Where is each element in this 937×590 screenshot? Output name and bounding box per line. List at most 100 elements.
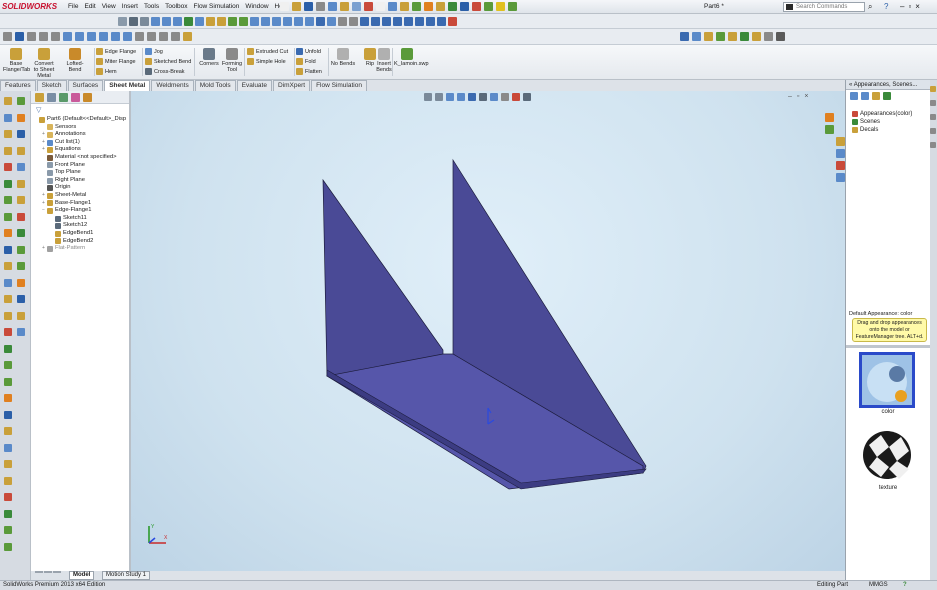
miter-flange-button[interactable]: Miter Flange bbox=[96, 58, 136, 65]
hem-button[interactable]: Hem bbox=[96, 68, 117, 75]
tree-node-equations[interactable]: + Equations bbox=[34, 146, 130, 154]
tree-node-sketch12[interactable]: Sketch12 bbox=[34, 222, 130, 230]
view-toolbar-icon-14[interactable] bbox=[261, 17, 270, 26]
quick-access-icon-17[interactable] bbox=[472, 2, 481, 11]
sketch-toolbar-icon-7[interactable] bbox=[75, 32, 84, 41]
graphics-area[interactable]: – ▫ × Y X bbox=[130, 91, 845, 580]
graphics-side-icon-4[interactable] bbox=[836, 149, 845, 158]
tree-node-part6-default-default-disp[interactable]: Part6 (Default<<Default>_Disp bbox=[34, 116, 130, 124]
view-toolbar-icon-30[interactable] bbox=[437, 17, 446, 26]
minimize-icon[interactable]: – bbox=[900, 2, 904, 11]
tree-node-flat-pattern[interactable]: + Flat-Pattern bbox=[34, 245, 130, 253]
left-tool-icon-37[interactable] bbox=[4, 394, 12, 402]
left-tool-icon-33[interactable] bbox=[4, 361, 12, 369]
quick-access-icon-11[interactable] bbox=[400, 2, 409, 11]
tab-evaluate[interactable]: Evaluate bbox=[236, 80, 272, 91]
simple-hole-button[interactable]: Simple Hole bbox=[247, 58, 286, 65]
task-pane-tab-icon-3[interactable] bbox=[930, 114, 936, 120]
left-tool-icon-22[interactable] bbox=[17, 262, 25, 270]
view-toolbar-icon-25[interactable] bbox=[382, 17, 391, 26]
tab-mold-tools[interactable]: Mold Tools bbox=[194, 80, 236, 91]
view-toolbar-icon-2[interactable] bbox=[129, 17, 138, 26]
left-tool-icon-5[interactable] bbox=[4, 130, 12, 138]
left-tool-icon-14[interactable] bbox=[17, 196, 25, 204]
tree-node-top-plane[interactable]: Top Plane bbox=[34, 169, 130, 177]
quick-access-icon-1[interactable] bbox=[280, 2, 289, 11]
extruded-cut-button[interactable]: Extruded Cut bbox=[247, 48, 288, 55]
tree-node-sensors[interactable]: Sensors bbox=[34, 124, 130, 132]
sketch-toolbar-icon-8[interactable] bbox=[87, 32, 96, 41]
extra-toolbar-icon-3[interactable] bbox=[704, 32, 713, 41]
restore-icon[interactable]: ▫ bbox=[908, 2, 911, 11]
sketch-toolbar-icon-16[interactable] bbox=[183, 32, 192, 41]
convert-sheet-metal-button[interactable]: Convert to Sheet Metal bbox=[32, 48, 56, 79]
search-icon[interactable]: ⌕ bbox=[868, 3, 872, 11]
left-tool-icon-51[interactable] bbox=[4, 509, 12, 518]
sketch-toolbar-icon-13[interactable] bbox=[147, 32, 156, 41]
back-icon[interactable] bbox=[850, 92, 858, 100]
sketch-toolbar-icon-2[interactable] bbox=[15, 32, 24, 41]
property-manager-tab-icon[interactable] bbox=[47, 93, 56, 102]
graphics-side-icon-1[interactable] bbox=[825, 113, 834, 122]
menu-toolbox[interactable]: Toolbox bbox=[165, 3, 187, 10]
view-toolbar-icon-29[interactable] bbox=[426, 17, 435, 26]
left-tool-icon-18[interactable] bbox=[17, 229, 25, 237]
view-toolbar-icon-5[interactable] bbox=[162, 17, 171, 26]
status-units[interactable]: MMGS bbox=[869, 582, 888, 588]
macro-button[interactable]: K_Iamoin.swp bbox=[394, 48, 429, 67]
color-swatch[interactable] bbox=[859, 352, 915, 408]
view-toolbar-icon-27[interactable] bbox=[404, 17, 413, 26]
tab-sketch[interactable]: Sketch bbox=[36, 80, 67, 91]
menu-file[interactable]: File bbox=[68, 3, 78, 10]
task-pane-tab-icon-1[interactable] bbox=[930, 86, 936, 92]
view-toolbar-icon-8[interactable] bbox=[195, 17, 204, 26]
tree-node-annotations[interactable]: + Annotations bbox=[34, 131, 130, 139]
task-pane-tab-icon-5[interactable] bbox=[930, 142, 936, 148]
tab-features[interactable]: Features bbox=[0, 80, 36, 91]
view-toolbar-icon-3[interactable] bbox=[140, 17, 149, 26]
base-flange-button[interactable]: Base Flange/Tab bbox=[3, 48, 30, 73]
task-pane-divider[interactable] bbox=[846, 345, 930, 348]
view-toolbar-icon-16[interactable] bbox=[283, 17, 292, 26]
sketch-toolbar-icon-3[interactable] bbox=[27, 32, 36, 41]
display-manager-tab-icon[interactable] bbox=[83, 93, 92, 102]
tab-scroll-arrow-icon[interactable] bbox=[44, 571, 52, 573]
extra-toolbar-icon-4[interactable] bbox=[716, 32, 725, 41]
configuration-manager-tab-icon[interactable] bbox=[59, 93, 68, 102]
sketched-bend-button[interactable]: Sketched Bend bbox=[145, 58, 191, 65]
edge-flange-button[interactable]: Edge Flange bbox=[96, 48, 136, 55]
sketch-toolbar-icon-4[interactable] bbox=[39, 32, 48, 41]
tree-node-cut-list-1[interactable]: + Cut list(1) bbox=[34, 139, 130, 147]
view-toolbar-icon-7[interactable] bbox=[184, 17, 193, 26]
tab-surfaces[interactable]: Surfaces bbox=[67, 80, 104, 91]
tree-node-front-plane[interactable]: Front Plane bbox=[34, 162, 130, 170]
task-tree-decals[interactable]: Decals bbox=[852, 127, 878, 133]
left-tool-icon-30[interactable] bbox=[17, 328, 25, 336]
quick-access-icon-20[interactable] bbox=[508, 2, 517, 11]
left-tool-icon-6[interactable] bbox=[17, 130, 25, 138]
search-commands-input[interactable]: Search Commands bbox=[783, 2, 865, 12]
extra-toolbar-icon-7[interactable] bbox=[752, 32, 761, 41]
unfold-button[interactable]: Unfold bbox=[296, 48, 321, 55]
left-tool-icon-23[interactable] bbox=[4, 278, 12, 287]
graphics-side-icon-5[interactable] bbox=[836, 161, 845, 170]
view-toolbar-icon-28[interactable] bbox=[415, 17, 424, 26]
tab-dimxpert[interactable]: DimXpert bbox=[272, 80, 311, 91]
quick-access-icon-19[interactable] bbox=[496, 2, 505, 11]
left-tool-icon-20[interactable] bbox=[17, 245, 25, 254]
sketch-toolbar-icon-15[interactable] bbox=[171, 32, 180, 41]
left-tool-icon-2[interactable] bbox=[17, 97, 25, 105]
view-toolbar-icon-23[interactable] bbox=[360, 17, 369, 26]
tree-node-sheet-metal[interactable]: + Sheet-Metal bbox=[34, 192, 130, 200]
tree-node-base-flange1[interactable]: + Base-Flange1 bbox=[34, 200, 130, 208]
status-help-icon[interactable]: ? bbox=[903, 582, 907, 588]
no-bends-button[interactable]: No Bends bbox=[330, 48, 356, 67]
menu-view[interactable]: View bbox=[102, 3, 116, 10]
menu-tools[interactable]: Tools bbox=[144, 3, 159, 10]
tree-node-right-plane[interactable]: Right Plane bbox=[34, 177, 130, 185]
lofted-bend-button[interactable]: Lofted-Bend bbox=[62, 48, 88, 73]
left-tool-icon-17[interactable] bbox=[4, 229, 12, 237]
left-tool-icon-35[interactable] bbox=[4, 377, 12, 386]
task-tree-appearances-color[interactable]: Appearances(color) bbox=[852, 111, 912, 117]
left-tool-icon-43[interactable] bbox=[4, 443, 12, 452]
